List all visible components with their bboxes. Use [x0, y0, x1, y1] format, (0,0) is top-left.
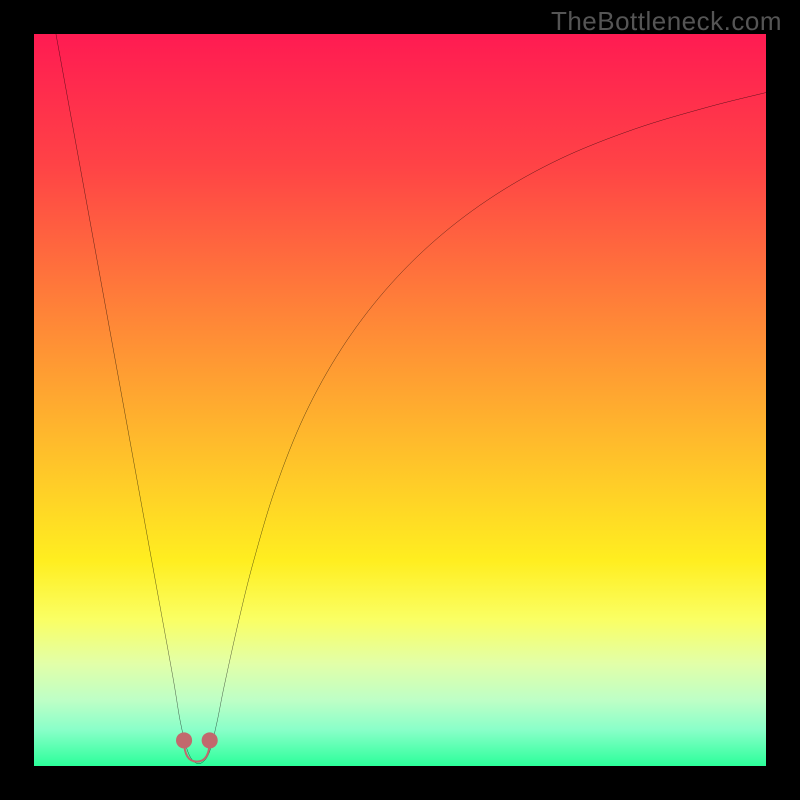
- chart-background-gradient: [34, 34, 766, 766]
- watermark-text: TheBottleneck.com: [551, 6, 782, 37]
- chart-plot-area: [34, 34, 766, 766]
